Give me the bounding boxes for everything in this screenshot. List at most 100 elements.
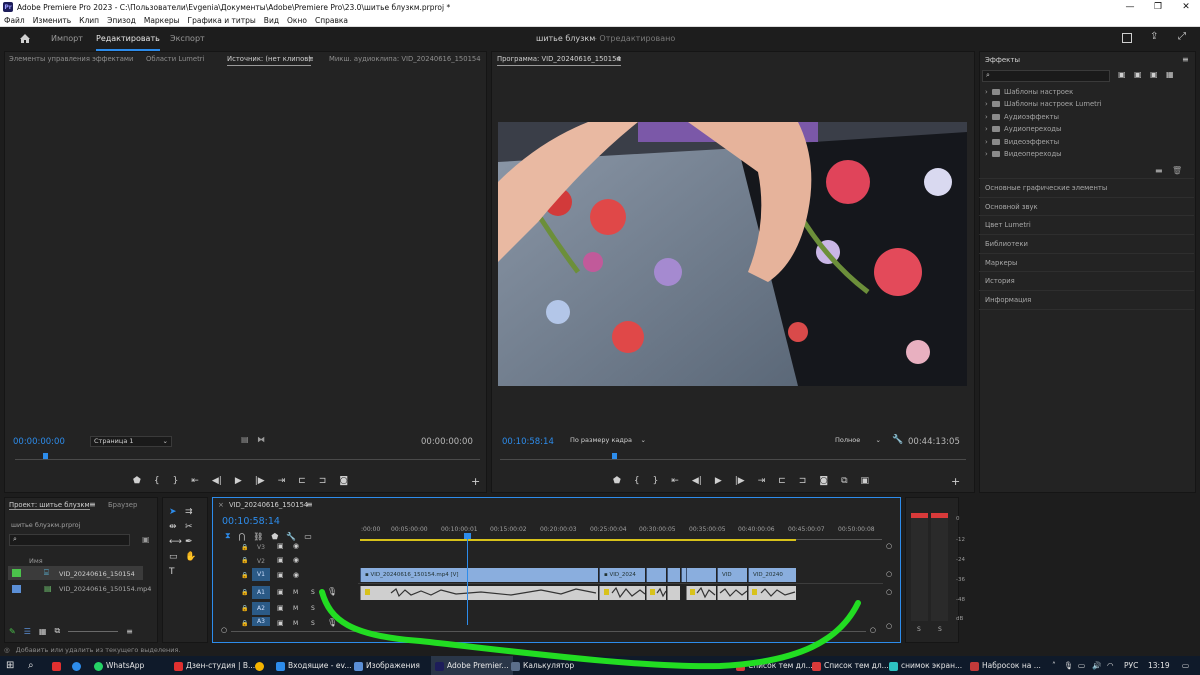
scroll-handle-top[interactable]: ○ (886, 542, 892, 550)
tab-import[interactable]: Импорт (51, 27, 83, 51)
scroll-handle-bottom[interactable]: ○ (886, 622, 892, 630)
close-tab-icon[interactable]: × (218, 501, 224, 509)
accelerated-icon[interactable]: ▣ (1118, 70, 1126, 79)
meter-clip-indicator[interactable] (931, 513, 948, 518)
playhead-handle[interactable] (464, 533, 471, 539)
wifi-icon[interactable]: ◠ (1107, 656, 1114, 675)
minimize-icon[interactable]: — (1116, 0, 1144, 14)
scroll-handle-left[interactable]: ○ (221, 626, 227, 634)
maximize-icon[interactable]: ❐ (1144, 0, 1172, 14)
audio-clip[interactable] (646, 586, 666, 600)
tab-edit[interactable]: Редактировать (96, 27, 160, 51)
menu-file[interactable]: Файл (0, 14, 29, 27)
track-select-tool-icon[interactable]: ⇉ (185, 507, 201, 517)
wrench-icon[interactable]: 🔧 (892, 435, 903, 445)
step-back-icon[interactable]: ◀| (692, 476, 702, 486)
mute-button[interactable]: M (293, 620, 298, 627)
snap-icon[interactable]: ⋂ (239, 532, 246, 541)
menu-window[interactable]: Окно (283, 14, 311, 27)
pen-tool-icon[interactable]: ✒ (185, 537, 201, 547)
mark-in-icon[interactable]: { (634, 476, 640, 486)
menu-clip[interactable]: Клип (75, 14, 103, 27)
ripple-edit-tool-icon[interactable]: ⇹ (169, 522, 185, 532)
taskbar-dzen[interactable]: Дзен-студия | В... (174, 656, 255, 675)
play-icon[interactable]: ▶ (715, 476, 722, 486)
play-icon[interactable]: ▶ (235, 476, 242, 486)
timeline-playhead[interactable] (467, 533, 468, 625)
lock-icon[interactable]: 🔒 (241, 589, 248, 596)
taskbar-sketch[interactable]: Набросок на ... (970, 656, 1041, 675)
filter-icon[interactable]: ▦ (1166, 70, 1174, 79)
sync-lock-icon[interactable]: ▣ (277, 588, 284, 596)
add-button-icon[interactable]: + (471, 475, 480, 488)
sync-lock-icon[interactable]: ▣ (277, 604, 284, 612)
taskbar-list-1[interactable]: Список тем дл... (736, 656, 813, 675)
work-area-bar[interactable] (360, 539, 796, 541)
panel-info[interactable]: Информация (985, 296, 1031, 304)
go-to-out-icon[interactable]: ⇥ (278, 476, 286, 486)
sync-lock-icon[interactable]: ▣ (277, 542, 284, 550)
menu-lines-icon[interactable]: ≡ (308, 55, 314, 63)
taskbar-list-2[interactable]: Список тем дл... (812, 656, 889, 675)
menu-markers[interactable]: Маркеры (140, 14, 184, 27)
video-clip[interactable] (646, 568, 666, 582)
effects-tree-item[interactable]: › Видеопереходы (985, 150, 1062, 158)
track-label-a2[interactable]: A2 (252, 602, 270, 615)
pencil-icon[interactable]: ✎ (9, 627, 16, 636)
yandex-icon[interactable] (52, 656, 64, 675)
scroll-handle-right[interactable]: ○ (870, 626, 876, 634)
step-back-icon[interactable]: ◀| (212, 476, 222, 486)
effects-tree-item[interactable]: › Видеоэффекты (985, 138, 1059, 146)
video-clip[interactable] (686, 568, 716, 582)
tab-program[interactable]: Программа: VID_20240616_150154 (497, 55, 621, 66)
taskbar-screenshot[interactable]: снимок экран... (889, 656, 962, 675)
quality-select[interactable]: Полное ⌄ (832, 436, 884, 447)
playhead[interactable] (612, 453, 617, 459)
settings-icon[interactable]: ▤ (241, 435, 249, 444)
page-select[interactable]: Страница 1 ⌄ (90, 436, 172, 447)
language-indicator[interactable]: РУС (1124, 656, 1138, 675)
list-view-icon[interactable]: ☰ (24, 627, 31, 636)
razor-tool-icon[interactable]: ✂ (185, 522, 201, 532)
panel-markers[interactable]: Маркеры (985, 259, 1017, 267)
panel-essential-sound[interactable]: Основной звук (985, 203, 1038, 211)
panel-libraries[interactable]: Библиотеки (985, 240, 1028, 248)
panel-lumetri-color[interactable]: Цвет Lumetri (985, 221, 1031, 229)
captions-icon[interactable]: ▭ (304, 532, 312, 541)
panel-history[interactable]: История (985, 277, 1015, 285)
column-header-name[interactable]: Имя (29, 557, 43, 565)
menu-sequence[interactable]: Эпизод (103, 14, 140, 27)
go-to-in-icon[interactable]: ⇤ (671, 476, 679, 486)
audio-clip[interactable] (748, 586, 796, 600)
hand-tool-icon[interactable]: ✋ (185, 552, 201, 562)
step-forward-icon[interactable]: |▶ (735, 476, 745, 486)
extract-icon[interactable]: ⊐ (799, 476, 807, 486)
selection-tool-icon[interactable]: ➤ (169, 507, 185, 517)
notifications-icon[interactable]: ▭ (1182, 656, 1189, 675)
eye-icon[interactable]: ◉ (293, 542, 299, 550)
scroll-handle-top[interactable]: ○ (886, 588, 892, 596)
solo-button[interactable]: S (311, 589, 315, 596)
linked-selection-icon[interactable]: ⛓ (253, 532, 263, 541)
audio-clip[interactable] (717, 586, 747, 600)
chevron-up-icon[interactable]: ˄ (1052, 656, 1056, 675)
quick-export-icon[interactable] (1122, 33, 1132, 43)
mute-button[interactable]: M (293, 605, 298, 612)
insert-icon[interactable]: ⊏ (298, 476, 306, 486)
zoom-slider[interactable] (68, 630, 119, 632)
solo-button[interactable]: S (311, 605, 315, 612)
tab-audio-clip-mixer[interactable]: Микш. аудиоклипа: VID_20240616_150154 (329, 55, 481, 63)
telegram-icon[interactable] (72, 656, 84, 675)
sync-lock-icon[interactable]: ▣ (277, 571, 284, 579)
audio-clip[interactable] (667, 586, 680, 600)
microphone-icon[interactable]: 🎙 (327, 618, 337, 627)
panel-essential-graphics[interactable]: Основные графические элементы (985, 184, 1107, 192)
effects-tree-item[interactable]: › Шаблоны настроек (985, 88, 1073, 96)
track-label-a3[interactable]: A3 (252, 617, 270, 626)
volume-icon[interactable]: 🔊 (1092, 656, 1101, 675)
audio-clip[interactable] (360, 586, 598, 600)
horizontal-scrollbar[interactable]: ○ ○ (221, 626, 876, 634)
vertical-scrollbar[interactable]: ○ ○ ○ ○ (886, 542, 892, 632)
video-clip[interactable]: ▪ VID_20240616_150154.mp4 [V] (360, 568, 598, 582)
fit-select[interactable]: По размеру кадра ⌄ (567, 436, 649, 447)
